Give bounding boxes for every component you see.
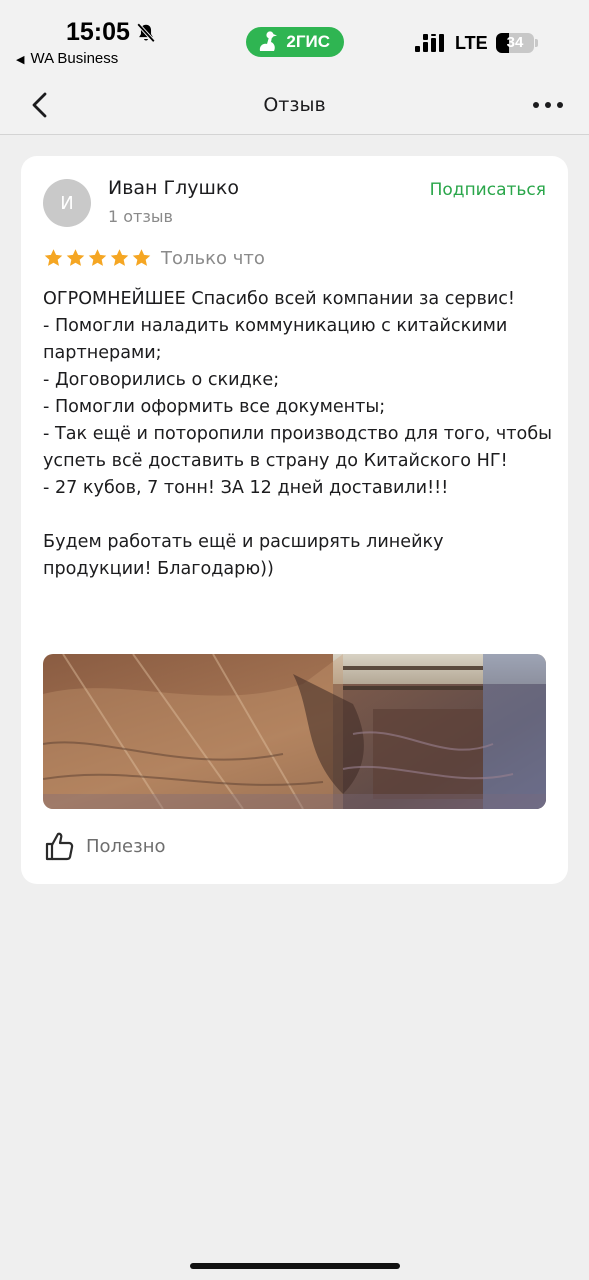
back-to-app-link[interactable]: ◀ WA Business (16, 50, 118, 67)
app-badge-label: 2ГИС (286, 32, 330, 51)
helpful-label: Полезно (86, 835, 166, 857)
status-bar: 15:05 ◀ WA Business 2ГИС LTE 34 (0, 0, 589, 76)
back-triangle-icon: ◀ (16, 54, 25, 66)
star-icon (88, 249, 107, 266)
home-indicator (190, 1263, 400, 1269)
back-to-app-label: WA Business (30, 50, 119, 67)
avatar[interactable]: И (43, 179, 91, 227)
rating-stars (43, 248, 152, 268)
review-text: ОГРОМНЕЙШЕЕ Спасибо всей компании за сер… (43, 289, 553, 579)
star-icon (110, 249, 129, 266)
app-badge[interactable]: 2ГИС (246, 27, 344, 57)
page-title: Отзыв (263, 94, 326, 116)
star-icon (44, 249, 63, 266)
bell-slash-icon (136, 23, 156, 43)
review-card: И Иван Глушко 1 отзыв Подписаться Только… (21, 156, 568, 884)
thumbs-up-icon (45, 832, 74, 861)
network-type: LTE (455, 33, 488, 53)
battery-percent: 34 (506, 34, 524, 51)
signal-icon (415, 34, 444, 52)
battery-tip (535, 39, 538, 47)
author-reviews-count: 1 отзыв (108, 207, 173, 226)
battery-icon: 34 (496, 33, 534, 53)
star-icon (66, 249, 85, 266)
status-time: 15:05 (66, 18, 130, 46)
star-icon (132, 249, 151, 266)
review-date: Только что (161, 248, 265, 269)
nav-bar: Отзыв (0, 76, 589, 135)
review-photo[interactable] (43, 654, 546, 809)
goose-logo-icon (259, 31, 277, 51)
helpful-button[interactable]: Полезно (43, 830, 165, 862)
subscribe-button[interactable]: Подписаться (430, 180, 546, 200)
author-name[interactable]: Иван Глушко (108, 177, 239, 199)
more-icon[interactable] (532, 100, 564, 110)
